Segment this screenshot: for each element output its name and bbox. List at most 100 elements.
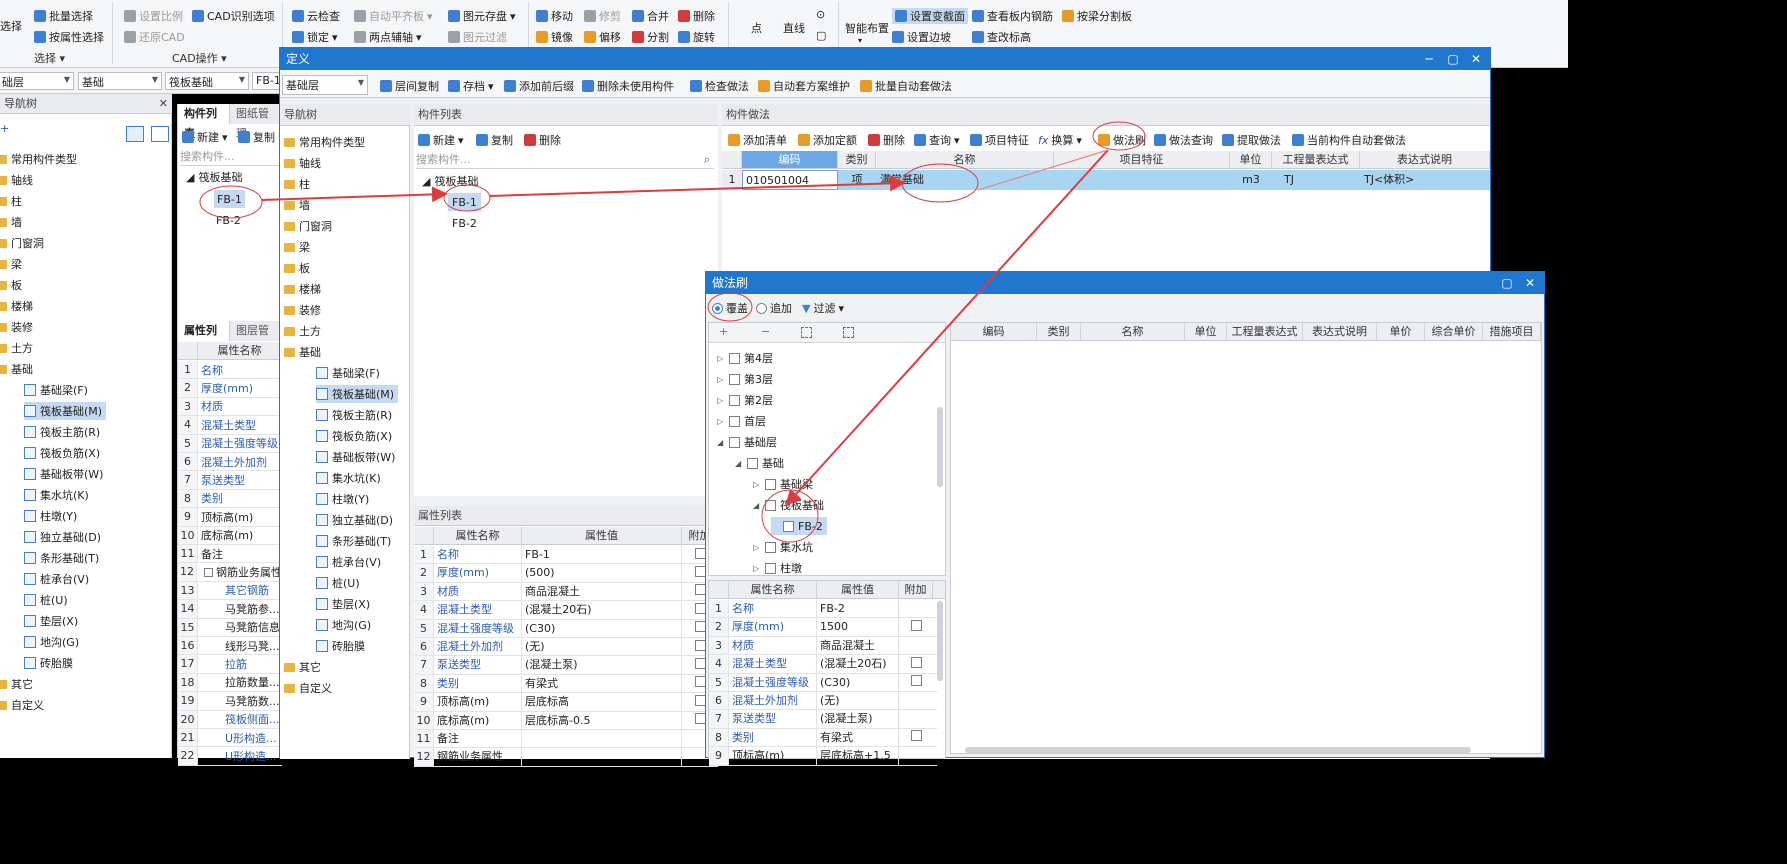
def-nav-sub-item[interactable]: 筏板主筋(R) xyxy=(316,406,396,424)
def-nav-item[interactable]: 楼梯 xyxy=(284,280,321,298)
def-nav-sub-item[interactable]: 筏板负筋(X) xyxy=(316,427,396,445)
def-prop-row[interactable]: 6 混凝土外加剂 (无) xyxy=(414,638,718,657)
tree-checkbox[interactable] xyxy=(729,436,740,448)
query-button[interactable]: 查询 ▾ xyxy=(914,132,960,148)
def-prop-row[interactable]: 5 混凝土强度等级 (C30) xyxy=(414,619,718,638)
left-prop-row[interactable]: 3 材质 xyxy=(178,397,282,417)
batch-select-button[interactable]: 批量选择 xyxy=(34,8,93,24)
offset-button[interactable]: 偏移 xyxy=(584,29,621,45)
def-delete-button[interactable]: 删除 xyxy=(524,132,561,148)
expand-icon[interactable]: ▷ xyxy=(717,354,725,363)
modify-elev-button[interactable]: 查改标高 xyxy=(972,29,1031,45)
tree-checkbox[interactable] xyxy=(747,457,758,469)
def-copy-button[interactable]: 复制 xyxy=(476,132,513,148)
nav-sub-item[interactable]: 砖胎膜 xyxy=(24,654,77,672)
nav-sub-item[interactable]: 桩承台(V) xyxy=(24,570,93,588)
def-nav-sub-item[interactable]: 桩(U) xyxy=(316,574,364,592)
def-nav-item[interactable]: 装修 xyxy=(284,301,321,319)
brush-prop-row[interactable]: 9 顶标高(m) 层底标高+1.5 xyxy=(709,747,937,766)
tab-prop-list[interactable]: 属性列表 xyxy=(178,321,230,357)
comp-combo[interactable]: 筏板基础 ▼ xyxy=(165,72,249,90)
method-row[interactable]: 1 010501004 项 满堂基础 m3 TJ TJ<体积> xyxy=(722,170,1490,190)
filter-button[interactable]: ▼ 过滤 ▾ xyxy=(802,300,844,316)
def-comp-group[interactable]: ◢ 筏板基础 xyxy=(422,172,478,190)
attach-checkbox[interactable] xyxy=(694,566,706,578)
def-prop-row[interactable]: 4 混凝土类型 (混凝土20石) xyxy=(414,601,718,620)
move-button[interactable]: 移动 xyxy=(536,8,573,24)
nav-sub-item[interactable]: 柱墩(Y) xyxy=(24,507,81,525)
cur-auto-button[interactable]: 当前构件自动套做法 xyxy=(1292,132,1406,148)
rotate-button[interactable]: 旋转 xyxy=(678,29,715,45)
tree-checkbox[interactable] xyxy=(765,478,776,490)
trim-button[interactable]: 修剪 xyxy=(584,8,621,24)
def-nav-sub-item[interactable]: 地沟(G) xyxy=(316,616,375,634)
expand-icon[interactable]: ▷ xyxy=(717,417,725,426)
elem-save-button[interactable]: 图元存盘 ▾ xyxy=(448,8,516,24)
beam-split-button[interactable]: 按梁分割板 xyxy=(1062,8,1132,24)
def-nav-item[interactable]: 自定义 xyxy=(284,679,332,697)
brush-prop-row[interactable]: 8 类别 有梁式 xyxy=(709,728,937,748)
floor-tree-item[interactable]: ◢ 基础层 xyxy=(717,433,781,451)
close-icon[interactable]: ✕ xyxy=(1465,48,1487,70)
expand-all-icon[interactable]: + xyxy=(719,325,728,338)
expand-icon[interactable]: ▷ xyxy=(753,543,761,552)
layer-combo[interactable]: 础层 ▼ xyxy=(0,72,74,90)
attach-checkbox[interactable] xyxy=(694,602,706,614)
tree-checkbox[interactable] xyxy=(729,352,740,364)
nav-sub-item[interactable]: 地沟(G) xyxy=(24,633,83,651)
lock-button[interactable]: 锁定 ▾ xyxy=(292,29,338,45)
prop-scrollbar[interactable] xyxy=(937,601,943,681)
nav-sub-item[interactable]: 垫层(X) xyxy=(24,612,82,630)
def-nav-item[interactable]: 轴线 xyxy=(284,154,321,172)
nav-item[interactable]: 常用构件类型 xyxy=(0,150,77,168)
expand-icon[interactable]: ▷ xyxy=(753,564,761,573)
tree-checkbox[interactable] xyxy=(783,520,794,532)
nav-item[interactable]: 其它 xyxy=(0,675,33,693)
extract-button[interactable]: 提取做法 xyxy=(1222,132,1281,148)
def-nav-sub-item[interactable]: 条形基础(T) xyxy=(316,532,395,550)
def-prop-row[interactable]: 1 名称 FB-1 xyxy=(414,546,718,565)
comp-item-fb2[interactable]: FB-2 xyxy=(216,211,241,229)
def-nav-sub-item[interactable]: 柱墩(Y) xyxy=(316,490,373,508)
list-view-icon[interactable] xyxy=(126,126,144,142)
rect-icon[interactable]: ▢ xyxy=(816,29,826,42)
def-prop-row[interactable]: 3 材质 商品混凝土 xyxy=(414,582,718,602)
def-nav-item[interactable]: 板 xyxy=(284,259,310,277)
floor-tree-item[interactable]: ▷ 第3层 xyxy=(717,370,777,388)
nav-item[interactable]: 楼梯 xyxy=(0,297,33,315)
def-prop-row[interactable]: 10 底标高(m) 层底标高-0.5 xyxy=(414,711,718,730)
two-point-axis-button[interactable]: 两点辅轴 ▾ xyxy=(354,29,422,45)
nav-sub-item[interactable]: 筏板负筋(X) xyxy=(24,444,104,462)
left-prop-row[interactable]: 12 钢筋业务属性 xyxy=(178,563,282,582)
def-nav-sub-item[interactable]: 独立基础(D) xyxy=(316,511,397,529)
append-radio[interactable]: 追加 xyxy=(756,300,792,316)
def-prop-row[interactable]: 12 钢筋业务属性 xyxy=(414,748,718,767)
prop-select-button[interactable]: 按属性选择 xyxy=(34,29,104,45)
nav-sub-item[interactable]: 桩(U) xyxy=(24,591,72,609)
line-button[interactable]: 直线 xyxy=(783,20,805,36)
split-button[interactable]: 分割 xyxy=(632,29,669,45)
left-prop-row[interactable]: 1 名称 xyxy=(178,361,282,380)
tab-comp-list[interactable]: 构件列表 xyxy=(178,104,230,140)
grid-view-icon[interactable] xyxy=(151,126,169,142)
set-section-button[interactable]: 设置变截面 xyxy=(892,8,968,24)
attach-checkbox[interactable] xyxy=(694,584,706,596)
brush-prop-row[interactable]: 3 材质 商品混凝土 xyxy=(709,636,937,656)
restore-cad-button[interactable]: 还原CAD xyxy=(124,29,185,45)
def-search-input[interactable]: 搜索构件... ⌕ xyxy=(416,151,714,169)
left-prop-row[interactable]: 2 厚度(mm) xyxy=(178,379,282,398)
nav-item[interactable]: 墙 xyxy=(0,213,22,231)
nav-sub-item[interactable]: 基础梁(F) xyxy=(24,381,92,399)
def-nav-item[interactable]: 门窗洞 xyxy=(284,217,332,235)
def-prop-row[interactable]: 9 顶标高(m) 层底标高 xyxy=(414,693,718,712)
expand-icon[interactable]: ▷ xyxy=(717,375,725,384)
smart-layout-button[interactable]: 智能布置 xyxy=(845,20,889,36)
def-nav-item[interactable]: 其它 xyxy=(284,658,321,676)
left-prop-row[interactable]: 19 马凳筋数... xyxy=(178,692,282,711)
view-rebar-button[interactable]: 查看板内钢筋 xyxy=(972,8,1053,24)
left-prop-row[interactable]: 10 底标高(m) xyxy=(178,526,282,545)
left-prop-row[interactable]: 17 拉筋 xyxy=(178,655,282,674)
tree-checkbox[interactable] xyxy=(765,562,776,574)
select-button[interactable]: 选择 xyxy=(0,18,22,34)
method-brush-button[interactable]: 做法刷 xyxy=(1098,132,1146,148)
